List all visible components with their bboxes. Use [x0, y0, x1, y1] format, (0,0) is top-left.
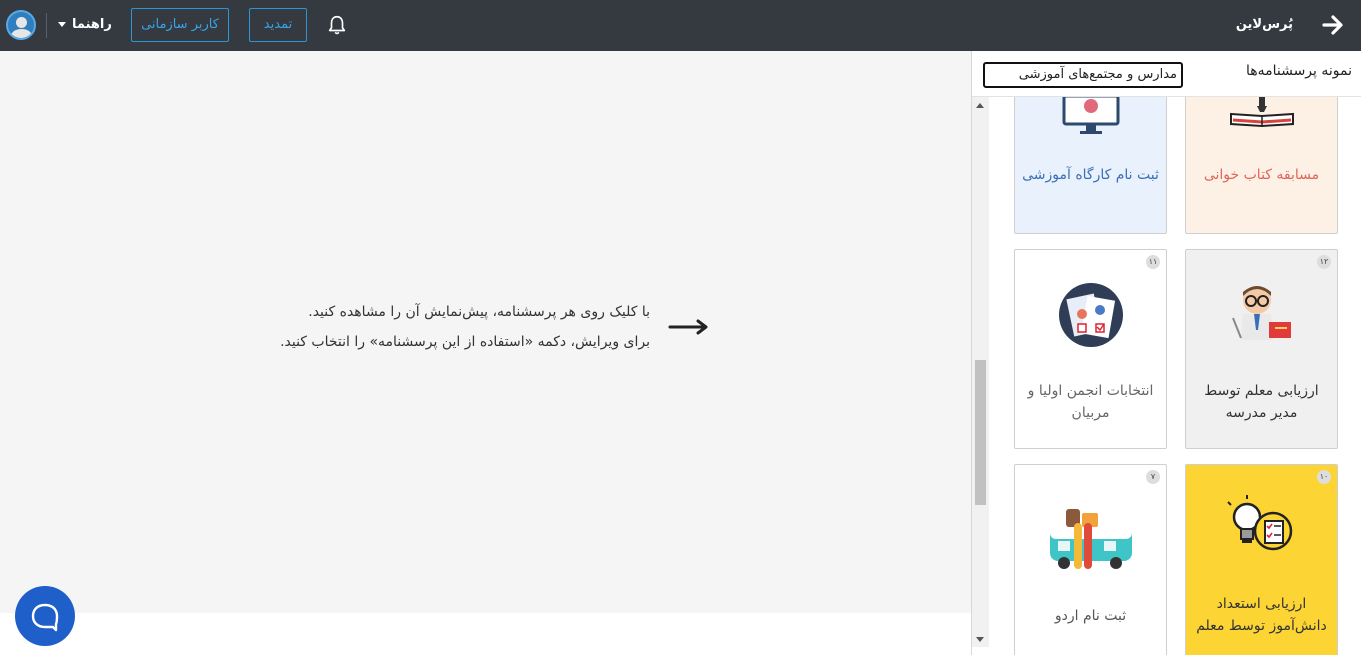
template-card-parents-election[interactable]: ۱۱ انتخابات انجمن اولیا و مربیان — [1014, 249, 1167, 449]
user-avatar-icon[interactable] — [6, 10, 36, 40]
template-card-camp-registration[interactable]: ۷ ثبت نام اردو — [1014, 464, 1167, 655]
template-card-workshop[interactable]: ثبت نام کارگاه آموزشی — [1014, 97, 1167, 234]
template-card-label: ثبت نام اردو — [1054, 608, 1127, 624]
scroll-down-icon[interactable] — [976, 637, 984, 642]
template-card-label: ارزیابی معلم توسط مدیر مدرسه — [1204, 383, 1319, 421]
template-card-label: ثبت نام کارگاه آموزشی — [1022, 167, 1159, 183]
card-number-badge: ۱۱ — [1146, 255, 1160, 269]
help-label: راهنما — [72, 17, 112, 32]
chat-bubble-icon — [31, 603, 59, 632]
category-select[interactable]: مدارس و مجتمع‌های آموزشی — [983, 62, 1183, 88]
template-card-label: انتخابات انجمن اولیا و مربیان — [1027, 383, 1154, 421]
arrow-right-icon — [668, 319, 708, 335]
templates-panel: نمونه پرسشنامه‌ها مدارس و مجتمع‌های آموز… — [971, 51, 1361, 655]
lightbulb-talent-icon — [1227, 495, 1293, 551]
bell-icon[interactable] — [326, 14, 348, 36]
preview-area: با کلیک روی هر پرسشنامه، پیش‌نمایش آن را… — [0, 51, 971, 613]
renew-button[interactable]: تمدید — [249, 8, 307, 42]
templates-title: نمونه پرسشنامه‌ها — [1245, 63, 1352, 79]
card-number-badge: ۱۰ — [1317, 470, 1331, 484]
template-card-book-reading[interactable]: مسابقه کتاب خوانی — [1185, 97, 1338, 234]
template-card-label: مسابقه کتاب خوانی — [1203, 167, 1320, 183]
book-reading-icon — [1230, 97, 1294, 128]
help-dropdown[interactable]: راهنما — [58, 14, 112, 36]
navbar-divider — [46, 13, 47, 38]
teacher-icon — [1232, 286, 1291, 340]
card-number-badge: ۱۲ — [1317, 255, 1331, 269]
top-navbar: راهنما کاربر سازمانی تمدید پُرس‌لاین — [0, 0, 1361, 51]
templates-list[interactable]: مسابقه کتاب خوانی ثبت نام کارگاه آموزشی … — [972, 97, 1361, 655]
brand-title[interactable]: پُرس‌لاین — [1236, 14, 1293, 36]
app-root: راهنما کاربر سازمانی تمدید پُرس‌لاین با … — [0, 0, 1361, 655]
monitor-presentation-icon — [1062, 97, 1120, 134]
camping-van-icon — [1050, 509, 1132, 569]
template-card-teacher-evaluation[interactable]: ۱۲ ارزیابی معلم توسط مدیر مدرسه — [1185, 249, 1338, 449]
hint-line-2: برای ویرایش، دکمه «استفاده از این پرسشنا… — [280, 334, 650, 350]
org-user-button[interactable]: کاربر سازمانی — [131, 8, 229, 42]
scroll-up-icon[interactable] — [976, 103, 984, 108]
template-card-label: ارزیابی استعداد دانش‌آموز توسط معلم — [1196, 596, 1327, 634]
arrow-right-icon[interactable] — [1321, 13, 1345, 37]
scrollbar-thumb[interactable] — [975, 360, 986, 505]
card-number-badge: ۷ — [1146, 470, 1160, 484]
election-ballot-icon — [1059, 283, 1123, 347]
template-card-talent-evaluation[interactable]: ۱۰ ارزیابی استعداد دانش‌آموز توسط معلم — [1185, 464, 1338, 655]
chat-button[interactable] — [15, 586, 75, 646]
caret-down-icon — [58, 22, 66, 27]
templates-panel-header: نمونه پرسشنامه‌ها مدارس و مجتمع‌های آموز… — [972, 51, 1361, 97]
preview-hint: با کلیک روی هر پرسشنامه، پیش‌نمایش آن را… — [250, 297, 650, 357]
hint-line-1: با کلیک روی هر پرسشنامه، پیش‌نمایش آن را… — [308, 304, 650, 320]
scrollbar[interactable] — [972, 97, 989, 647]
